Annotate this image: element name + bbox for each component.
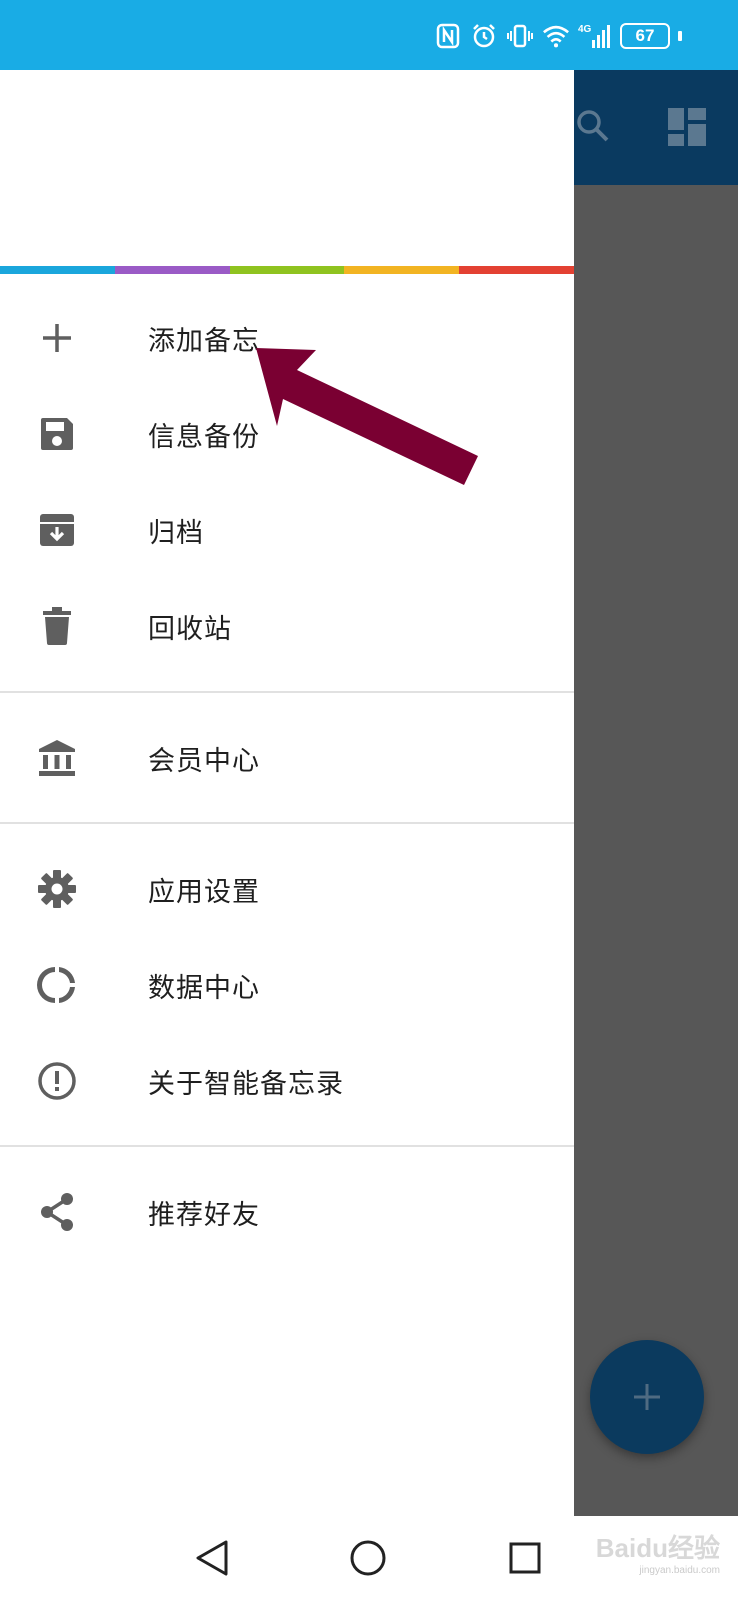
plus-icon — [634, 1384, 660, 1410]
menu-item-label: 信息备份 — [148, 421, 260, 453]
drawer-header — [0, 70, 574, 266]
rainbow-segment-2 — [229, 266, 345, 274]
battery-level: 67 — [635, 26, 655, 45]
menu-item-membership[interactable]: 会员中心 — [0, 710, 574, 806]
wifi-icon — [542, 22, 570, 50]
status-icons: 4G 67 — [434, 20, 682, 52]
status-bar: 4G 67 — [0, 0, 738, 70]
signal-4g-icon: 4G — [578, 22, 612, 50]
menu-item-share[interactable]: 推荐好友 — [0, 1164, 574, 1260]
battery-indicator: 67 — [620, 23, 670, 49]
home-circle-icon — [350, 1540, 386, 1576]
menu-divider — [0, 822, 574, 824]
rainbow-stripe — [0, 266, 574, 274]
navigation-drawer: 添加备忘 信息备份 归档 回收站 会员中心 应用设置 数据中心 关于智能备忘录 … — [0, 70, 574, 1516]
menu-item-label: 会员中心 — [148, 745, 260, 777]
menu-item-trash[interactable]: 回收站 — [0, 578, 574, 674]
bank-icon — [37, 738, 77, 778]
share-icon — [37, 1192, 77, 1232]
menu-item-data-center[interactable]: 数据中心 — [0, 937, 574, 1033]
battery-tip — [678, 31, 682, 41]
menu-divider — [0, 691, 574, 693]
svg-text:4G: 4G — [578, 24, 592, 35]
recents-square-icon — [509, 1542, 541, 1574]
trash-can-icon — [37, 606, 77, 646]
search-icon — [575, 108, 611, 148]
menu-item-about[interactable]: 关于智能备忘录 — [0, 1033, 574, 1129]
vibrate-icon — [506, 22, 534, 50]
watermark-brand: Baidu经验 — [595, 1533, 720, 1563]
menu-item-label: 关于智能备忘录 — [148, 1068, 344, 1100]
menu-item-label: 推荐好友 — [148, 1199, 260, 1231]
info-alert-icon — [37, 1061, 77, 1101]
recents-button[interactable] — [503, 1536, 547, 1580]
annotation-arrow — [250, 340, 490, 504]
menu-item-settings[interactable]: 应用设置 — [0, 841, 574, 937]
back-triangle-icon — [196, 1540, 228, 1576]
back-button[interactable] — [190, 1536, 234, 1580]
menu-item-label: 回收站 — [148, 613, 232, 645]
dashboard-layout-icon — [668, 108, 706, 150]
floppy-disk-icon — [37, 414, 77, 454]
gear-icon — [37, 869, 77, 909]
rainbow-segment-0 — [0, 266, 115, 274]
donut-chart-icon — [37, 965, 77, 1005]
nfc-icon — [434, 22, 462, 50]
rainbow-segment-4 — [459, 266, 574, 274]
alarm-icon — [470, 22, 498, 50]
menu-item-label: 应用设置 — [148, 876, 260, 908]
watermark-url: jingyan.baidu.com — [639, 1565, 720, 1576]
home-button[interactable] — [346, 1536, 390, 1580]
menu-item-label: 添加备忘 — [148, 325, 260, 357]
menu-divider — [0, 1145, 574, 1147]
rainbow-segment-3 — [344, 266, 460, 274]
add-note-fab — [590, 1340, 704, 1454]
plus-icon — [37, 318, 77, 358]
menu-item-label: 归档 — [148, 517, 204, 549]
system-navigation-bar: Baidu经验 jingyan.baidu.com — [0, 1516, 738, 1600]
watermark: Baidu经验 jingyan.baidu.com — [596, 1528, 720, 1576]
rainbow-segment-1 — [114, 266, 230, 274]
archive-box-icon — [37, 510, 77, 550]
menu-item-label: 数据中心 — [148, 972, 260, 1004]
